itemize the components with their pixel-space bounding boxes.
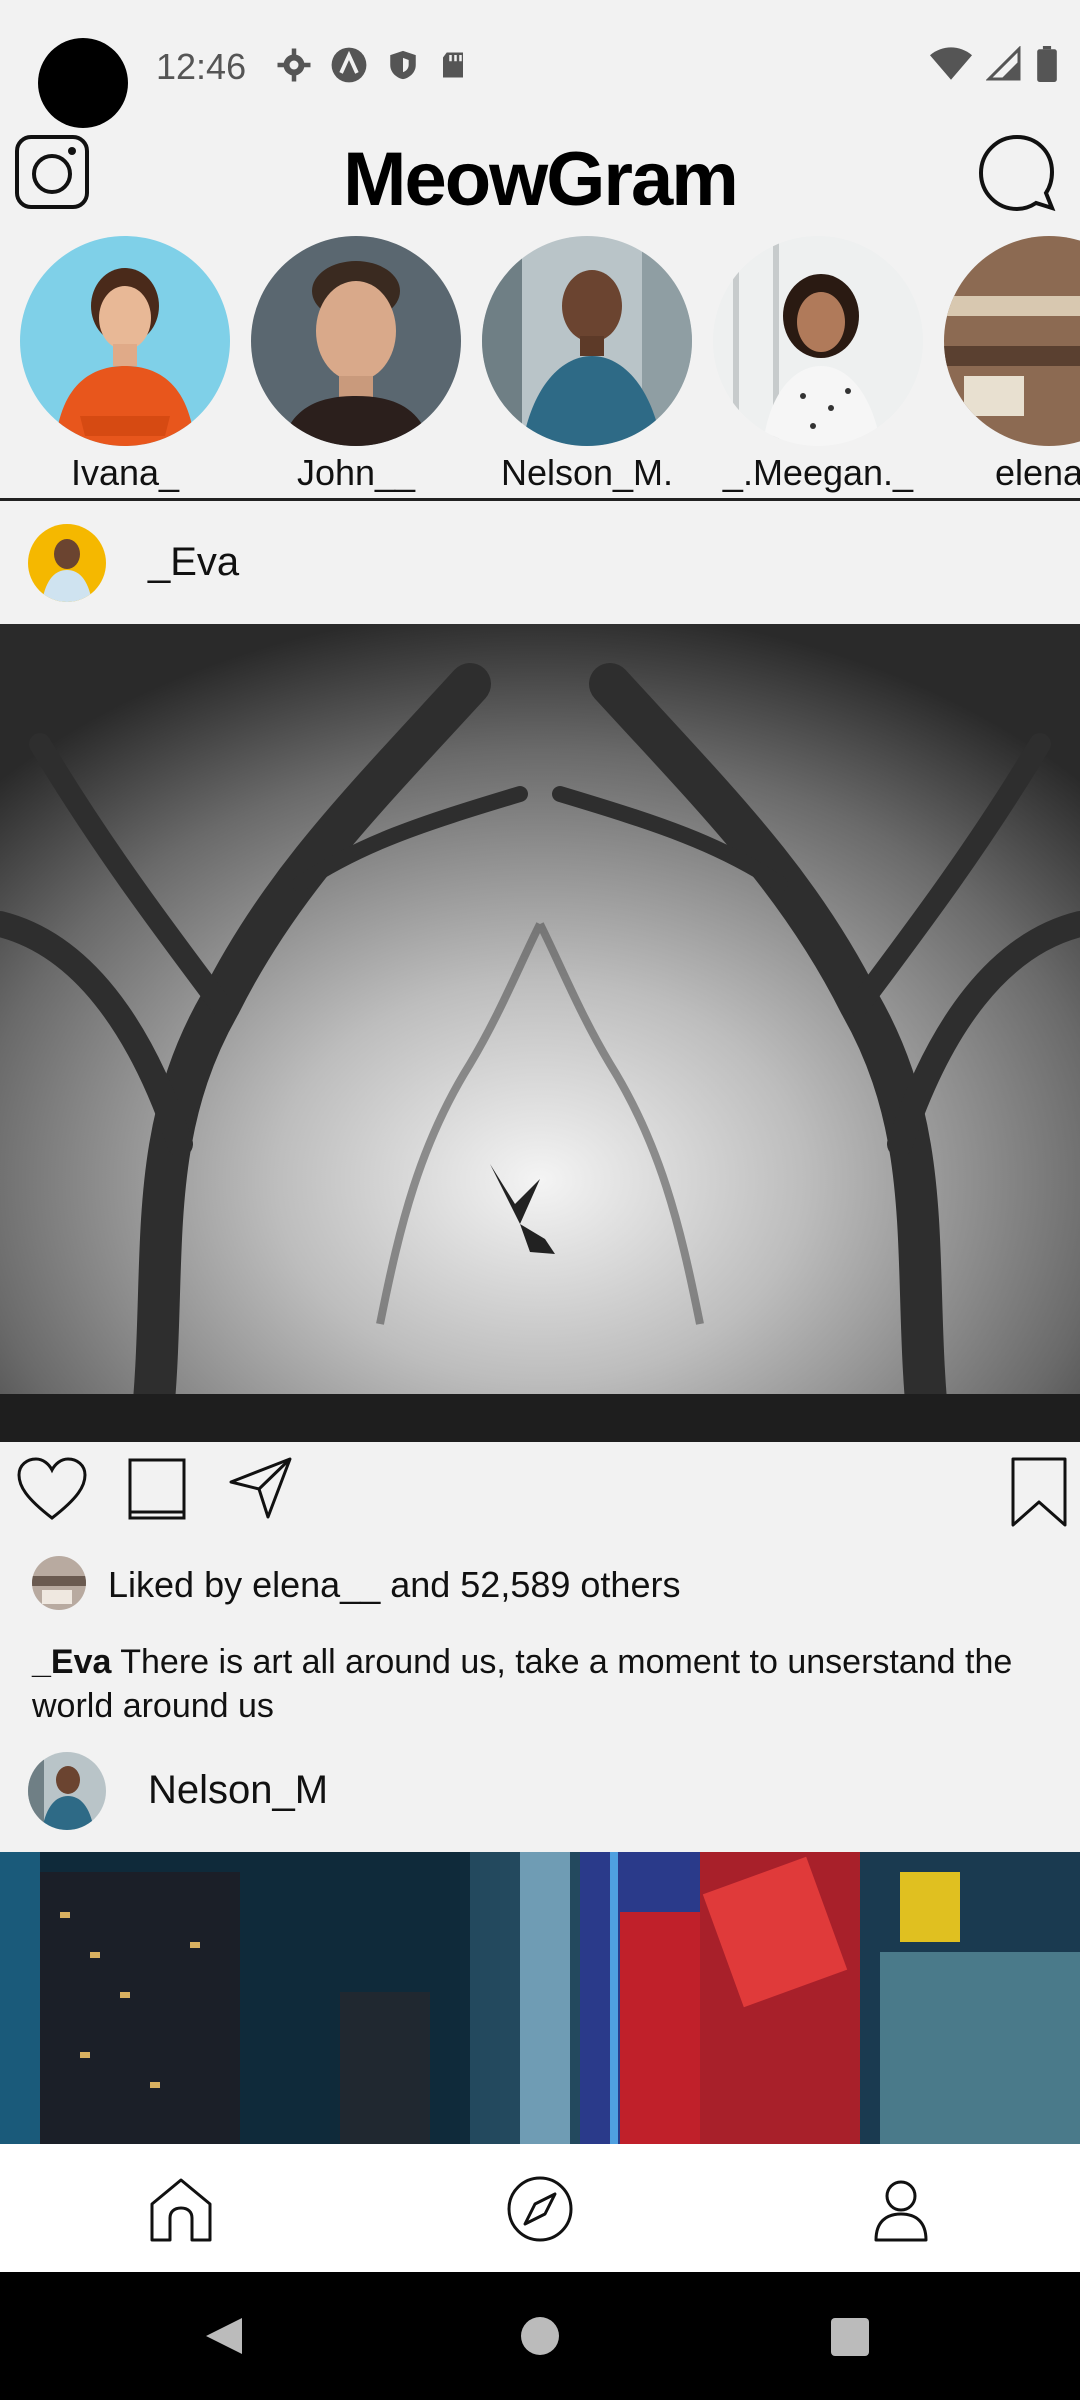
profile-icon[interactable] (866, 2174, 936, 2244)
shield-icon (390, 50, 416, 80)
system-nav-bar (0, 2272, 1080, 2400)
post-image[interactable] (0, 624, 1080, 1442)
story-item[interactable]: _.Meegan._ (713, 236, 923, 494)
bookmark-icon[interactable] (1010, 1456, 1068, 1528)
cell-signal-icon (986, 46, 1021, 81)
home-icon[interactable] (146, 2174, 216, 2244)
bottom-nav (0, 2144, 1080, 2272)
story-label: Ivana_ (70, 452, 180, 493)
status-icons-left (276, 46, 468, 84)
status-time: 12:46 (156, 46, 247, 87)
post-avatar[interactable] (28, 1752, 106, 1830)
story-avatar (944, 236, 1080, 446)
post-actions (0, 1442, 1080, 1542)
story-item[interactable]: Nelson_M. (482, 236, 692, 494)
story-label: Nelson_M. (500, 452, 674, 493)
story-item[interactable]: elena_ (944, 236, 1080, 494)
story-label: _.Meegan._ (722, 452, 914, 493)
share-send-icon[interactable] (228, 1456, 294, 1520)
status-bar: 12:46 (0, 0, 1080, 128)
story-avatar (251, 236, 461, 446)
app-header: MeowGram (0, 120, 1080, 230)
battery-icon (1037, 46, 1057, 82)
story-label: John__ (296, 452, 416, 493)
camera-cutout (38, 38, 128, 128)
post-caption: _Eva There is art all around us, take a … (32, 1640, 1052, 1728)
likes-row: Liked by elena__ and 52,589 others (0, 1556, 1080, 1616)
story-avatar (713, 236, 923, 446)
app-title: MeowGram (343, 137, 739, 222)
like-heart-icon[interactable] (16, 1456, 88, 1522)
explore-compass-icon[interactable] (505, 2174, 575, 2244)
post-header: _Eva (0, 502, 1080, 624)
likes-text[interactable]: Liked by elena__ and 52,589 others (108, 1564, 680, 1606)
wifi-icon (930, 47, 972, 80)
post-username[interactable]: Nelson_M (148, 1768, 328, 1813)
story-avatar (482, 236, 692, 446)
story-avatar (20, 236, 230, 446)
status-icons-right (930, 46, 1058, 82)
messages-icon[interactable] (976, 132, 1058, 214)
settings-icon (277, 48, 311, 82)
home-button-icon[interactable] (520, 2316, 560, 2356)
sd-card-icon (443, 52, 463, 78)
back-icon[interactable] (202, 2314, 246, 2358)
a-circle-icon (331, 47, 367, 83)
recents-icon[interactable] (829, 2316, 871, 2358)
post-username[interactable]: _Eva (148, 540, 239, 585)
caption-username[interactable]: _Eva (32, 1643, 111, 1681)
story-item[interactable]: Ivana_ (20, 236, 230, 494)
story-item[interactable]: John__ (251, 236, 461, 494)
post-image[interactable] (0, 1852, 1080, 2144)
likes-avatar (32, 1556, 86, 1610)
stories-bar: Ivana_ John__ Nelson_M. _.Meegan._ elen (0, 236, 1080, 501)
comment-icon[interactable] (128, 1456, 188, 1522)
post-header: Nelson_M (0, 1730, 1080, 1852)
caption-text: There is art all around us, take a momen… (32, 1643, 1013, 1725)
post-avatar[interactable] (28, 524, 106, 602)
story-label: elena_ (994, 452, 1080, 493)
